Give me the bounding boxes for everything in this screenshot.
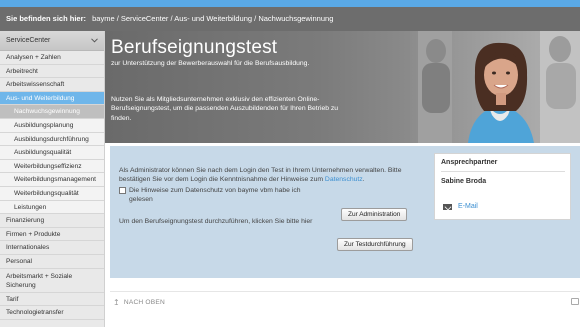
admin-instructions: Als Administrator können Sie nach dem Lo… [119,166,429,185]
zur-administration-button[interactable]: Zur Administration [341,208,408,221]
sidebar-subitem-ausbildungsqualitaet[interactable]: Ausbildungsqualität [0,146,104,160]
hero-banner: Berufseignungstest zur Unterstützung der… [105,31,580,143]
datenschutz-consent: Die Hinweise zum Datenschutz von bayme v… [119,186,429,205]
hero-subtitle: zur Unterstützung der Bewerberauswahl fü… [111,60,310,67]
footer-divider [110,291,580,292]
breadcrumb-label: Sie befinden sich hier: [6,14,87,23]
chevron-down-icon [91,38,98,43]
sidebar: ServiceCenter Analysen + Zahlen Arbeitre… [0,31,105,327]
contact-heading: Ansprechpartner [441,159,498,166]
contact-email-link[interactable]: E-Mail [443,203,478,210]
contact-email-label[interactable]: E-Mail [458,203,478,210]
sidebar-item-finanzierung[interactable]: Finanzierung [0,214,104,228]
top-accent-strip [0,0,580,7]
test-instructions: Um den Berufseignungstest durchzuführen,… [119,217,313,225]
datenschutz-link[interactable]: Datenschutz [325,176,363,183]
datenschutz-checkbox[interactable] [119,186,126,194]
hero-description: Nutzen Sie als Mitgliedsunternehmen exkl… [111,96,339,122]
back-to-top-link[interactable]: ↥ NACH OBEN [113,298,165,307]
sidebar-header[interactable]: ServiceCenter [0,31,104,51]
sidebar-subitem-weiterbildungseffizienz[interactable]: Weiterbildungseffizienz [0,159,104,174]
sidebar-item-personal[interactable]: Personal [0,255,104,269]
sidebar-subitem-leistungen[interactable]: Leistungen [0,200,104,215]
sidebar-subitem-nachwuchsgewinnung[interactable]: Nachwuchsgewinnung [0,105,104,119]
sidebar-item-aus-und-weiterbildung[interactable]: Aus- und Weiterbildung [0,91,104,106]
sidebar-item-tarif[interactable]: Tarif [0,293,104,307]
sidebar-subitem-ausbildungsdurchfuehrung[interactable]: Ausbildungsdurchführung [0,132,104,147]
mail-icon [443,203,452,210]
sidebar-subitem-weiterbildungsmanagement[interactable]: Weiterbildungsmanagement [0,173,104,187]
hero-photo [410,31,580,143]
sidebar-item-technologietransfer[interactable]: Technologietransfer [0,306,104,320]
sidebar-item-firmen-produkte[interactable]: Firmen + Produkte [0,228,104,242]
printer-icon[interactable] [571,298,579,305]
zur-testdurchfuehrung-button[interactable]: Zur Testdurchführung [337,238,413,251]
breadcrumb: Sie befinden sich hier: bayme / ServiceC… [0,7,580,31]
sidebar-item-internationales[interactable]: Internationales [0,241,104,255]
arrow-up-icon: ↥ [113,298,120,307]
sidebar-header-label: ServiceCenter [6,37,51,44]
checkbox-label[interactable]: Die Hinweise zum Datenschutz von bayme v… [129,186,325,205]
sidebar-item-arbeitsmarkt[interactable]: Arbeitsmarkt + Soziale Sicherung [0,269,104,293]
sidebar-subitem-ausbildungsplanung[interactable]: Ausbildungsplanung [0,118,104,133]
sidebar-subitem-weiterbildungsqualitaet[interactable]: Weiterbildungsqualität [0,186,104,201]
back-to-top-label: NACH OBEN [123,299,165,306]
sidebar-item-analysen-zahlen[interactable]: Analysen + Zahlen [0,51,104,65]
admin-text-after: . [362,176,365,184]
sidebar-item-arbeitrecht[interactable]: Arbeitrecht [0,65,104,79]
sidebar-item-arbeitswissenschaft[interactable]: Arbeitswissenschaft [0,78,104,92]
contact-divider [441,171,565,172]
breadcrumb-path[interactable]: bayme / ServiceCenter / Aus- und Weiterb… [92,14,333,23]
contact-name: Sabine Broda [441,178,487,185]
page-title: Berufseignungstest [111,37,278,58]
contact-card: Ansprechpartner Sabine Broda E-Mail [434,153,571,220]
